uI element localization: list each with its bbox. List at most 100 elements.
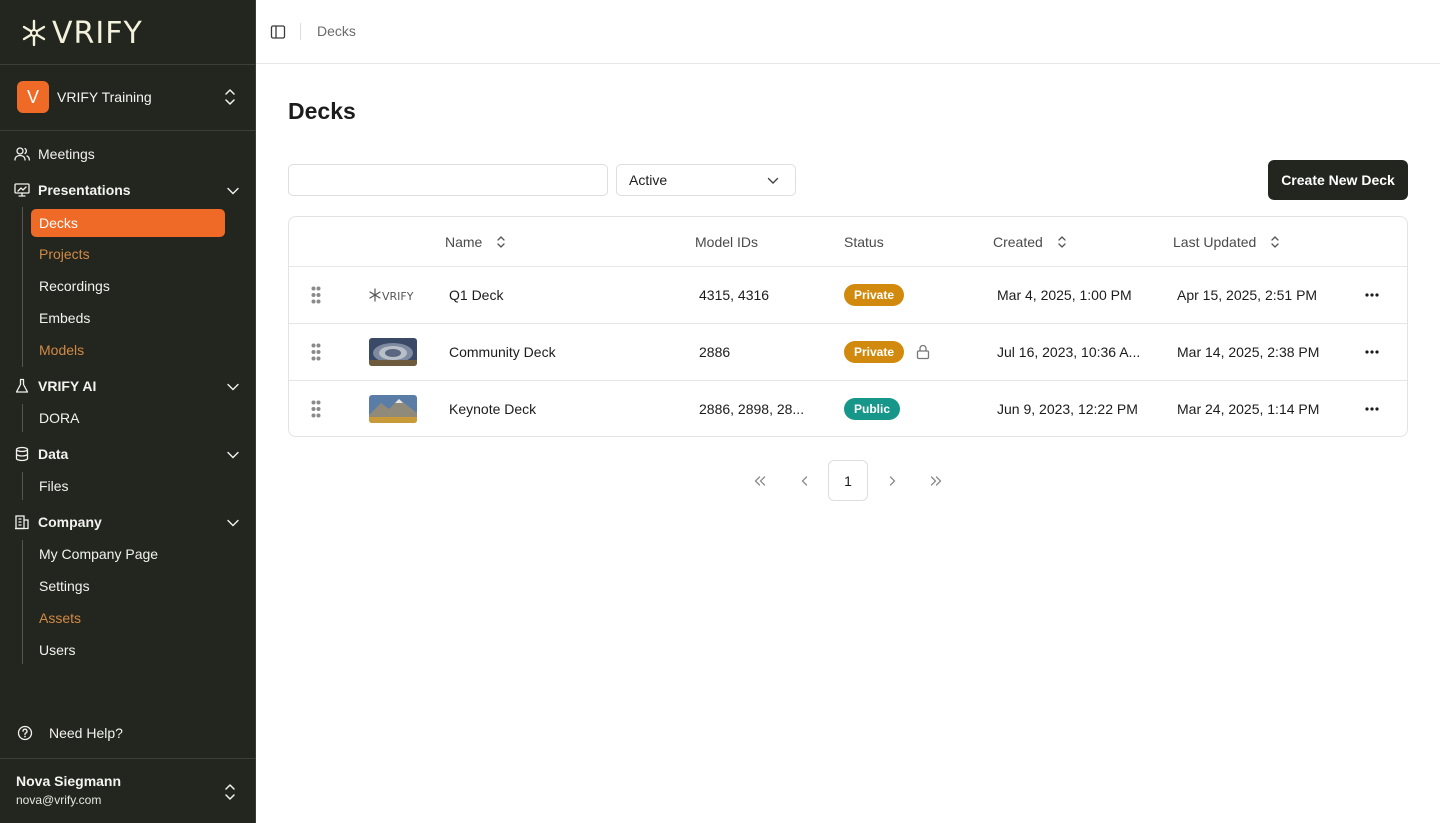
org-switcher[interactable]: V VRIFY Training [17, 81, 239, 113]
last-page-icon[interactable] [916, 460, 956, 501]
status-cell: Private [844, 267, 905, 323]
nav-presentations[interactable]: Presentations [14, 178, 131, 202]
sort-icon [1058, 235, 1066, 248]
mountain-image [369, 395, 417, 423]
status-badge: Private [844, 284, 905, 306]
column-header-created-label: Created [993, 233, 1043, 250]
created-date: Jun 9, 2023, 12:22 PM [997, 401, 1138, 417]
deck-thumbnail [369, 395, 417, 423]
deck-name[interactable]: Q1 Deck [449, 267, 503, 323]
sort-icon [497, 235, 506, 248]
chevron-down-icon[interactable] [227, 519, 239, 527]
users-icon [14, 146, 30, 162]
column-header-created[interactable]: Created [993, 217, 1067, 266]
user-name: Nova Siegmann [16, 773, 122, 789]
decks-table: Name Model IDs Status Created Last Updat… [288, 216, 1408, 437]
column-header-name[interactable]: Name [445, 217, 506, 266]
nav-vrify-ai-label: VRIFY AI [38, 378, 97, 394]
thumbnail-logo-text: VRIFY [382, 290, 414, 302]
vrify-logo[interactable]: VRIFY [20, 15, 143, 51]
table-row[interactable]: Keynote Deck 2886, 2898, 28... Public Ju… [289, 381, 1407, 436]
model-ids: 4315, 4316 [699, 287, 770, 303]
deck-name[interactable]: Keynote Deck [449, 381, 536, 436]
page-button-current[interactable]: 1 [828, 460, 868, 501]
more-options-icon[interactable] [1365, 267, 1379, 323]
topbar: Decks [256, 0, 1440, 64]
first-page-icon[interactable] [740, 460, 780, 501]
building-icon [14, 514, 30, 530]
column-header-model-ids-label: Model IDs [695, 233, 759, 250]
chevron-up-down-icon[interactable] [225, 783, 235, 801]
sidebar-toggle-icon[interactable] [270, 24, 286, 40]
more-options-icon[interactable] [1365, 324, 1379, 380]
column-header-last-updated-label: Last Updated [1173, 233, 1257, 250]
drag-handle-icon[interactable] [311, 381, 321, 436]
divider [0, 130, 255, 131]
deck-name[interactable]: Community Deck [449, 324, 556, 380]
model-ids: 2886, 2898, 28... [699, 401, 805, 417]
nav-meetings[interactable]: Meetings [14, 142, 95, 166]
chevron-down-icon[interactable] [227, 383, 239, 391]
status-badge: Public [844, 398, 901, 420]
nav-assets[interactable]: Assets [39, 606, 81, 630]
nav-data[interactable]: Data [14, 442, 68, 466]
nav-tree-line [22, 472, 23, 500]
nav-users[interactable]: Users [39, 638, 76, 662]
status-cell: Public [844, 381, 901, 436]
prev-page-icon[interactable] [784, 460, 824, 501]
sidebar: VRIFY V VRIFY Training Meetings Presenta… [0, 0, 256, 823]
nav-settings[interactable]: Settings [39, 574, 90, 598]
column-header-last-updated[interactable]: Last Updated [1173, 217, 1280, 266]
status-badge: Private [844, 341, 905, 363]
nav-tree-line [22, 540, 23, 664]
column-header-status: Status [844, 217, 884, 266]
create-new-deck-button[interactable]: Create New Deck [1268, 160, 1408, 200]
breadcrumb: Decks [317, 23, 356, 39]
table-row[interactable]: Community Deck 2886 Private Jul 16, 2023… [289, 324, 1407, 381]
nav-recordings[interactable]: Recordings [39, 274, 110, 298]
need-help-link[interactable]: Need Help? [17, 721, 123, 745]
help-circle-icon [17, 725, 33, 741]
status-filter-select[interactable]: Active [616, 164, 796, 196]
nav-meetings-label: Meetings [38, 146, 95, 162]
table-row[interactable]: VRIFY Q1 Deck 4315, 4316 Private Mar 4, … [289, 267, 1407, 324]
nav-embeds[interactable]: Embeds [39, 306, 90, 330]
created-date: Mar 4, 2025, 1:00 PM [997, 287, 1132, 303]
chevron-up-down-icon [225, 89, 235, 105]
next-page-icon[interactable] [872, 460, 912, 501]
page-title: Decks [288, 98, 356, 124]
chevron-down-icon[interactable] [227, 451, 239, 459]
chevron-down-icon [767, 177, 779, 184]
need-help-label: Need Help? [49, 725, 123, 741]
logo-text: VRIFY [52, 15, 143, 51]
nav-data-label: Data [38, 446, 69, 462]
user-email: nova@vrify.com [16, 793, 102, 807]
nav-company-label: Company [38, 514, 102, 530]
column-header-name-label: Name [445, 233, 483, 250]
chevron-down-icon[interactable] [227, 187, 239, 195]
last-updated-date: Apr 15, 2025, 2:51 PM [1177, 287, 1318, 303]
model-ids: 2886 [699, 344, 731, 360]
org-name: VRIFY Training [57, 89, 152, 105]
nav-company[interactable]: Company [14, 510, 102, 534]
status-cell: Private [844, 324, 930, 380]
search-input[interactable] [288, 164, 608, 196]
nav-tree-line [22, 404, 23, 432]
user-menu[interactable]: Nova Siegmann nova@vrify.com [16, 773, 121, 807]
column-header-status-label: Status [844, 233, 884, 250]
nav-my-company-page[interactable]: My Company Page [39, 542, 158, 566]
divider [0, 758, 255, 759]
database-icon [14, 446, 30, 462]
drag-handle-icon[interactable] [311, 267, 321, 323]
nav-decks[interactable]: Decks [31, 209, 225, 237]
nav-files[interactable]: Files [39, 474, 69, 498]
nav-dora[interactable]: DORA [39, 406, 79, 430]
column-header-model-ids: Model IDs [695, 217, 758, 266]
nav-models[interactable]: Models [39, 338, 84, 362]
flask-icon [14, 378, 30, 394]
nav-vrify-ai[interactable]: VRIFY AI [14, 374, 96, 398]
drag-handle-icon[interactable] [311, 324, 321, 380]
nav-projects[interactable]: Projects [39, 242, 90, 266]
more-options-icon[interactable] [1365, 381, 1379, 436]
vrify-logo-thumbnail: VRIFY [369, 288, 414, 302]
